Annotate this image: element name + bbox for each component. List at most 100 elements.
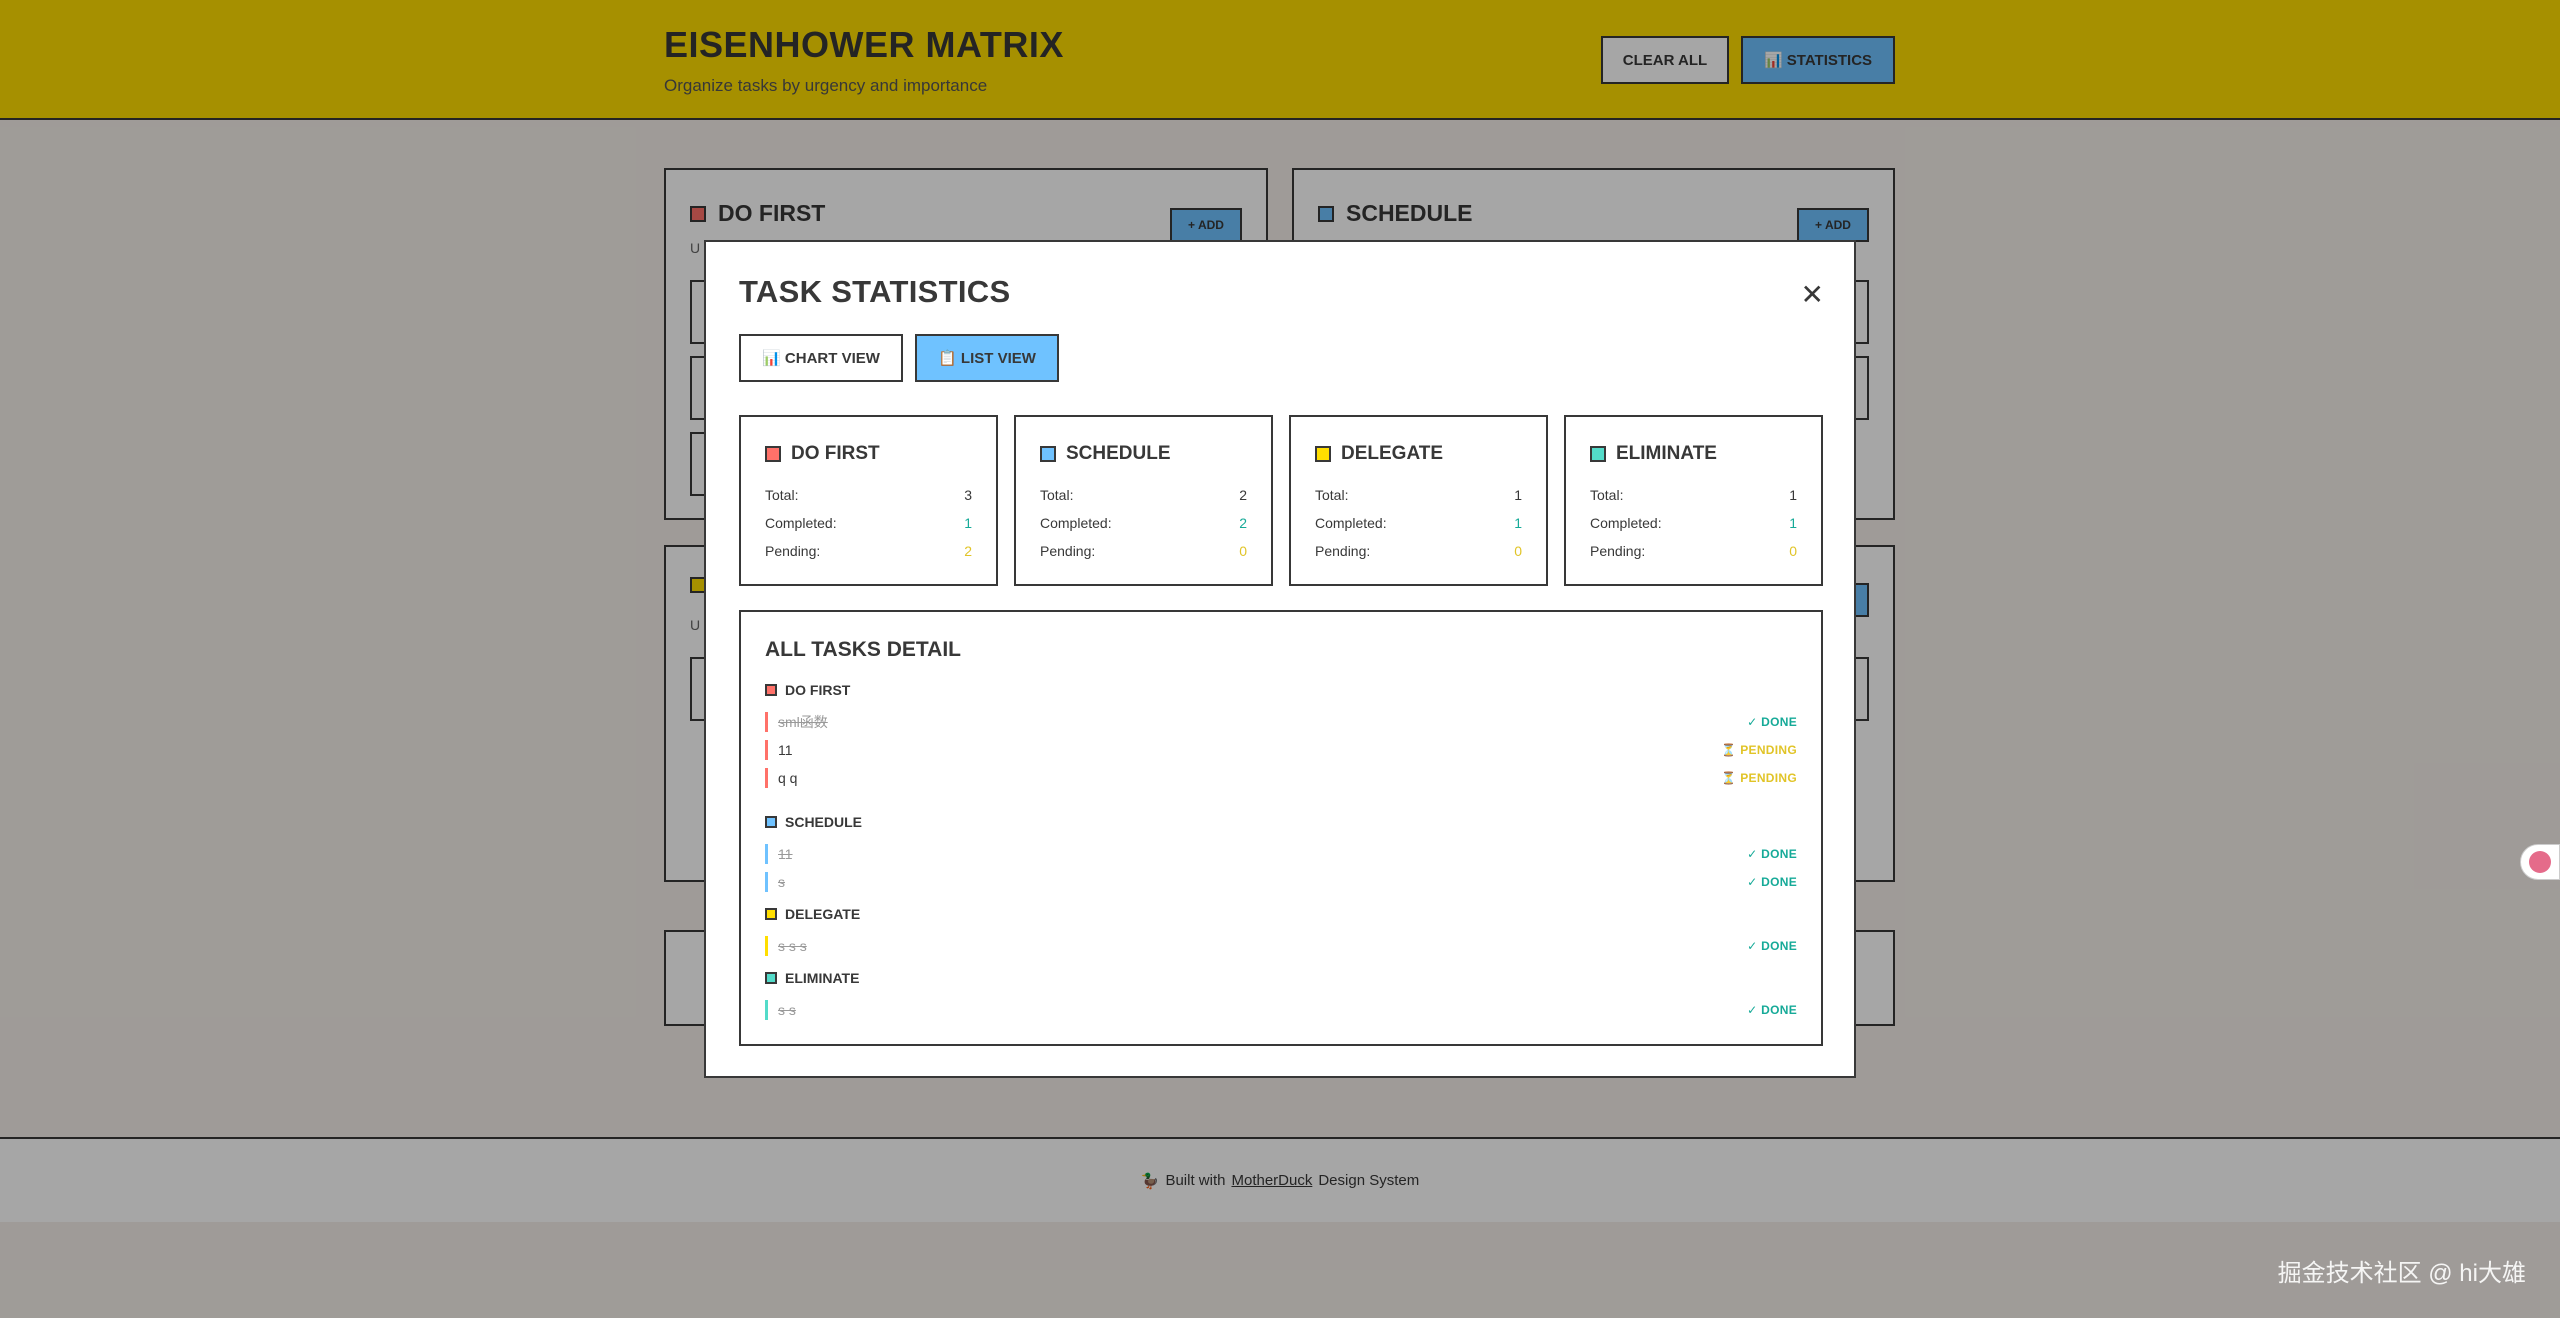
stat-row-pending: Pending: 2 bbox=[765, 543, 972, 559]
close-icon[interactable]: ✕ bbox=[1801, 278, 1824, 311]
stat-value: 2 bbox=[964, 543, 972, 559]
stat-row-total: Total: 1 bbox=[1315, 487, 1522, 503]
quadrant-color-icon bbox=[765, 908, 777, 920]
card-title: SCHEDULE bbox=[1066, 443, 1171, 464]
task-color-bar bbox=[765, 740, 768, 760]
stat-card-schedule: SCHEDULE Total: 2 Completed: 2 Pending: 0 bbox=[1014, 415, 1273, 586]
task-status: ✓ DONE bbox=[1747, 875, 1797, 889]
translate-widget-icon[interactable] bbox=[2520, 844, 2560, 880]
group-header-schedule: SCHEDULE bbox=[765, 814, 862, 830]
task-row: 11 ✓ DONE bbox=[765, 844, 1797, 864]
chart-view-button[interactable]: 📊 CHART VIEW bbox=[739, 334, 903, 382]
modal-title: TASK STATISTICS bbox=[739, 274, 1011, 309]
card-header: DELEGATE bbox=[1315, 443, 1443, 465]
card-header: SCHEDULE bbox=[1040, 443, 1171, 465]
quadrant-color-icon bbox=[1590, 446, 1606, 462]
stat-label: Completed: bbox=[1315, 515, 1387, 531]
task-color-bar bbox=[765, 844, 768, 864]
stat-value: 1 bbox=[1514, 487, 1522, 503]
stat-value: 1 bbox=[964, 515, 972, 531]
card-header: DO FIRST bbox=[765, 443, 880, 465]
stat-label: Pending: bbox=[765, 543, 821, 559]
stat-label: Total: bbox=[1315, 487, 1349, 503]
watermark: 掘金技术社区 @ hi大雄 bbox=[2277, 1260, 2526, 1287]
quadrant-color-icon bbox=[1315, 446, 1331, 462]
task-color-bar bbox=[765, 712, 768, 732]
card-title: ELIMINATE bbox=[1616, 443, 1717, 464]
tasks-detail-panel: ALL TASKS DETAIL DO FIRST sml函数 ✓ DONE 1… bbox=[739, 610, 1823, 1046]
stat-row-total: Total: 1 bbox=[1590, 487, 1797, 503]
group-name: DELEGATE bbox=[785, 906, 861, 922]
stat-value: 2 bbox=[1239, 487, 1247, 503]
stat-value: 0 bbox=[1239, 543, 1247, 559]
stat-label: Completed: bbox=[1040, 515, 1112, 531]
group-name: DO FIRST bbox=[785, 682, 851, 698]
stat-label: Pending: bbox=[1315, 543, 1371, 559]
list-view-button[interactable]: 📋 LIST VIEW bbox=[915, 334, 1059, 382]
card-title: DO FIRST bbox=[791, 443, 880, 464]
task-text: sml函数 bbox=[778, 714, 828, 730]
group-name: ELIMINATE bbox=[785, 970, 860, 986]
quadrant-color-icon bbox=[765, 816, 777, 828]
stat-label: Total: bbox=[1590, 487, 1624, 503]
task-status: ✓ DONE bbox=[1747, 1003, 1797, 1017]
stat-value: 3 bbox=[964, 487, 972, 503]
statistics-modal: TASK STATISTICS ✕ 📊 CHART VIEW 📋 LIST VI… bbox=[704, 240, 1856, 1078]
stat-label: Completed: bbox=[1590, 515, 1662, 531]
stat-value: 0 bbox=[1789, 543, 1797, 559]
task-status: ✓ DONE bbox=[1747, 715, 1797, 729]
task-color-bar bbox=[765, 1000, 768, 1020]
stat-label: Pending: bbox=[1590, 543, 1646, 559]
stat-row-completed: Completed: 2 bbox=[1040, 515, 1247, 531]
task-row: s ✓ DONE bbox=[765, 872, 1797, 892]
stat-label: Total: bbox=[765, 487, 799, 503]
detail-title: ALL TASKS DETAIL bbox=[765, 638, 961, 661]
task-row: s s s ✓ DONE bbox=[765, 936, 1797, 956]
task-text: q q bbox=[778, 770, 798, 786]
task-row: sml函数 ✓ DONE bbox=[765, 712, 1797, 732]
stat-card-eliminate: ELIMINATE Total: 1 Completed: 1 Pending: 0 bbox=[1564, 415, 1823, 586]
stat-row-pending: Pending: 0 bbox=[1040, 543, 1247, 559]
stat-value: 1 bbox=[1789, 487, 1797, 503]
stat-row-total: Total: 3 bbox=[765, 487, 972, 503]
task-text: 11 bbox=[778, 742, 793, 758]
task-status: ⏳ PENDING bbox=[1721, 771, 1797, 785]
stat-row-completed: Completed: 1 bbox=[1315, 515, 1522, 531]
group-name: SCHEDULE bbox=[785, 814, 863, 830]
task-status: ✓ DONE bbox=[1747, 847, 1797, 861]
quadrant-color-icon bbox=[765, 972, 777, 984]
stat-row-completed: Completed: 1 bbox=[1590, 515, 1797, 531]
task-text: s bbox=[778, 874, 785, 890]
task-text: s s bbox=[778, 1002, 796, 1018]
task-row: q q ⏳ PENDING bbox=[765, 768, 1797, 788]
task-color-bar bbox=[765, 768, 768, 788]
group-header-delegate: DELEGATE bbox=[765, 906, 860, 922]
task-text: 11 bbox=[778, 846, 793, 862]
task-row: s s ✓ DONE bbox=[765, 1000, 1797, 1020]
task-status: ✓ DONE bbox=[1747, 939, 1797, 953]
stat-label: Completed: bbox=[765, 515, 837, 531]
group-header-eliminate: ELIMINATE bbox=[765, 970, 859, 986]
card-title: DELEGATE bbox=[1341, 443, 1444, 464]
stat-card-do-first: DO FIRST Total: 3 Completed: 1 Pending: 2 bbox=[739, 415, 998, 586]
task-status: ⏳ PENDING bbox=[1721, 743, 1797, 757]
task-row: 11 ⏳ PENDING bbox=[765, 740, 1797, 760]
stat-value: 2 bbox=[1239, 515, 1247, 531]
stat-label: Pending: bbox=[1040, 543, 1096, 559]
card-header: ELIMINATE bbox=[1590, 443, 1717, 465]
task-color-bar bbox=[765, 872, 768, 892]
quadrant-color-icon bbox=[1040, 446, 1056, 462]
stat-value: 1 bbox=[1789, 515, 1797, 531]
group-header-do-first: DO FIRST bbox=[765, 682, 850, 698]
task-color-bar bbox=[765, 936, 768, 956]
task-text: s s s bbox=[778, 938, 807, 954]
stat-label: Total: bbox=[1040, 487, 1074, 503]
stat-row-pending: Pending: 0 bbox=[1590, 543, 1797, 559]
stat-row-completed: Completed: 1 bbox=[765, 515, 972, 531]
stat-value: 0 bbox=[1514, 543, 1522, 559]
stat-value: 1 bbox=[1514, 515, 1522, 531]
quadrant-color-icon bbox=[765, 446, 781, 462]
stat-row-total: Total: 2 bbox=[1040, 487, 1247, 503]
quadrant-color-icon bbox=[765, 684, 777, 696]
stat-row-pending: Pending: 0 bbox=[1315, 543, 1522, 559]
